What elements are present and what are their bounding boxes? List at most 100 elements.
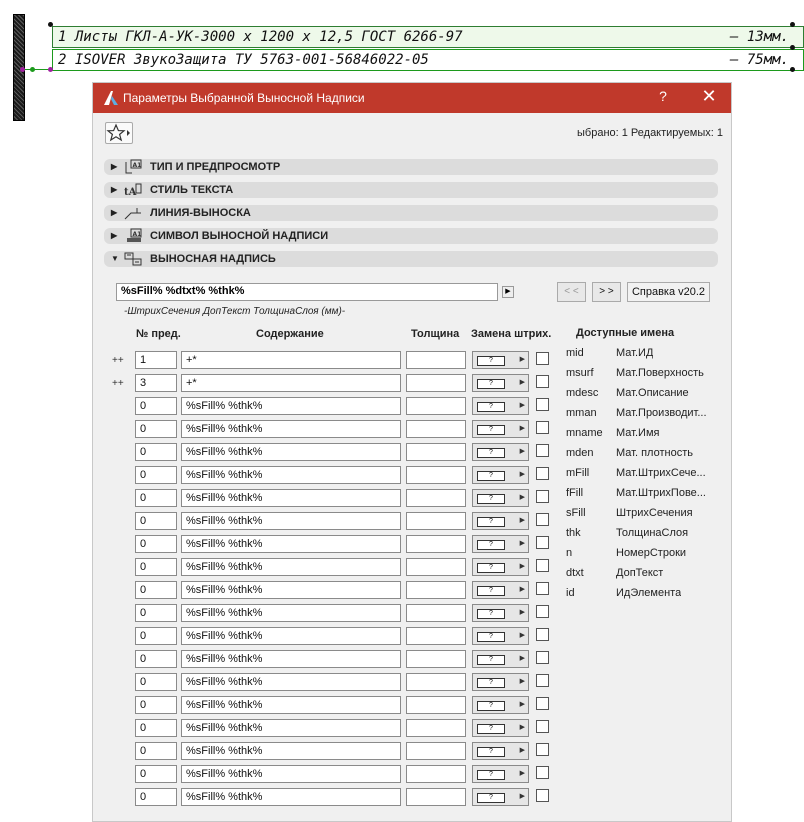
leader-endpoint[interactable] <box>30 67 35 72</box>
available-name-value[interactable]: НомерСтроки <box>616 547 686 559</box>
row-content-input[interactable]: %sFill% %thk% <box>181 466 401 484</box>
row-thickness-input[interactable] <box>406 535 466 553</box>
row-checkbox[interactable] <box>536 536 549 549</box>
row-content-input[interactable]: %sFill% %thk% <box>181 650 401 668</box>
row-checkbox[interactable] <box>536 559 549 572</box>
dialog-titlebar[interactable]: Параметры Выбранной Выносной Надписи ? ✕ <box>93 83 731 113</box>
row-num-input[interactable]: 0 <box>135 397 177 415</box>
row-checkbox[interactable] <box>536 513 549 526</box>
available-name-key[interactable]: mman <box>566 407 597 419</box>
row-checkbox[interactable] <box>536 398 549 411</box>
row-hatch-override-select[interactable]: ? ▶ <box>472 742 529 760</box>
section-5[interactable]: ▼ ВЫНОСНАЯ НАДПИСЬ <box>104 251 718 267</box>
row-num-input[interactable]: 0 <box>135 466 177 484</box>
row-num-input[interactable]: 0 <box>135 673 177 691</box>
section-1[interactable]: ▶ A1 ТИП И ПРЕДПРОСМОТР <box>104 159 718 175</box>
row-hatch-override-select[interactable]: ? ▶ <box>472 581 529 599</box>
row-checkbox[interactable] <box>536 421 549 434</box>
row-content-input[interactable]: +* <box>181 374 401 392</box>
row-hatch-override-select[interactable]: ? ▶ <box>472 466 529 484</box>
selection-handle[interactable] <box>790 22 795 27</box>
anchor-handle[interactable] <box>48 67 53 72</box>
row-hatch-override-select[interactable]: ? ▶ <box>472 535 529 553</box>
row-link-marker[interactable]: ++ <box>112 355 124 366</box>
row-num-input[interactable]: 0 <box>135 765 177 783</box>
row-checkbox[interactable] <box>536 720 549 733</box>
available-name-value[interactable]: Мат.ШтрихПове... <box>616 487 706 499</box>
row-checkbox[interactable] <box>536 352 549 365</box>
row-thickness-input[interactable] <box>406 397 466 415</box>
row-checkbox[interactable] <box>536 490 549 503</box>
row-thickness-input[interactable] <box>406 374 466 392</box>
row-thickness-input[interactable] <box>406 604 466 622</box>
available-name-key[interactable]: n <box>566 547 572 559</box>
available-name-key[interactable]: thk <box>566 527 581 539</box>
row-checkbox[interactable] <box>536 444 549 457</box>
row-hatch-override-select[interactable]: ? ▶ <box>472 558 529 576</box>
row-num-input[interactable]: 3 <box>135 374 177 392</box>
row-checkbox[interactable] <box>536 375 549 388</box>
row-num-input[interactable]: 0 <box>135 535 177 553</box>
help-button[interactable]: ? <box>653 88 673 104</box>
row-content-input[interactable]: %sFill% %thk% <box>181 558 401 576</box>
available-name-value[interactable]: Мат.Описание <box>616 387 689 399</box>
row-num-input[interactable]: 0 <box>135 581 177 599</box>
section-2[interactable]: ▶ tA СТИЛЬ ТЕКСТА <box>104 182 718 198</box>
row-content-input[interactable]: %sFill% %thk% <box>181 719 401 737</box>
available-name-value[interactable]: ТолщинаСлоя <box>616 527 688 539</box>
section-4[interactable]: ▶ A1 СИМВОЛ ВЫНОСНОЙ НАДПИСИ <box>104 228 718 244</box>
row-content-input[interactable]: %sFill% %thk% <box>181 604 401 622</box>
row-content-input[interactable]: %sFill% %thk% <box>181 696 401 714</box>
row-num-input[interactable]: 0 <box>135 627 177 645</box>
close-button[interactable]: ✕ <box>699 86 719 107</box>
row-num-input[interactable]: 0 <box>135 443 177 461</box>
row-thickness-input[interactable] <box>406 581 466 599</box>
row-num-input[interactable]: 0 <box>135 788 177 806</box>
available-name-key[interactable]: mdesc <box>566 387 598 399</box>
row-hatch-override-select[interactable]: ? ▶ <box>472 374 529 392</box>
row-thickness-input[interactable] <box>406 512 466 530</box>
row-hatch-override-select[interactable]: ? ▶ <box>472 673 529 691</box>
row-content-input[interactable]: %sFill% %thk% <box>181 397 401 415</box>
selection-handle[interactable] <box>790 67 795 72</box>
row-checkbox[interactable] <box>536 605 549 618</box>
row-num-input[interactable]: 0 <box>135 512 177 530</box>
row-checkbox[interactable] <box>536 674 549 687</box>
row-checkbox[interactable] <box>536 582 549 595</box>
anchor-handle[interactable] <box>20 67 25 72</box>
row-num-input[interactable]: 0 <box>135 650 177 668</box>
available-name-value[interactable]: ИдЭлемента <box>616 587 681 599</box>
favorites-button[interactable] <box>105 122 133 144</box>
row-thickness-input[interactable] <box>406 420 466 438</box>
available-name-key[interactable]: mid <box>566 347 584 359</box>
row-hatch-override-select[interactable]: ? ▶ <box>472 788 529 806</box>
row-hatch-override-select[interactable]: ? ▶ <box>472 512 529 530</box>
row-num-input[interactable]: 0 <box>135 420 177 438</box>
available-name-key[interactable]: msurf <box>566 367 594 379</box>
row-num-input[interactable]: 0 <box>135 742 177 760</box>
row-hatch-override-select[interactable]: ? ▶ <box>472 650 529 668</box>
row-content-input[interactable]: %sFill% %thk% <box>181 788 401 806</box>
reference-help-button[interactable]: Справка v20.2 <box>627 282 710 302</box>
row-hatch-override-select[interactable]: ? ▶ <box>472 351 529 369</box>
available-name-value[interactable]: Мат.ШтрихСече... <box>616 467 706 479</box>
next-button[interactable]: > > <box>592 282 621 302</box>
row-thickness-input[interactable] <box>406 719 466 737</box>
selection-handle[interactable] <box>48 22 53 27</box>
row-hatch-override-select[interactable]: ? ▶ <box>472 420 529 438</box>
row-checkbox[interactable] <box>536 467 549 480</box>
row-thickness-input[interactable] <box>406 489 466 507</box>
available-name-value[interactable]: ДопТекст <box>616 567 663 579</box>
format-insert-arrow-icon[interactable]: ▶ <box>502 286 514 298</box>
row-content-input[interactable]: %sFill% %thk% <box>181 742 401 760</box>
available-name-value[interactable]: Мат.Поверхность <box>616 367 704 379</box>
selection-handle[interactable] <box>790 45 795 50</box>
row-hatch-override-select[interactable]: ? ▶ <box>472 443 529 461</box>
row-num-input[interactable]: 0 <box>135 719 177 737</box>
row-checkbox[interactable] <box>536 743 549 756</box>
available-name-value[interactable]: Мат. плотность <box>616 447 693 459</box>
available-name-value[interactable]: ШтрихСечения <box>616 507 693 519</box>
row-thickness-input[interactable] <box>406 443 466 461</box>
row-num-input[interactable]: 0 <box>135 489 177 507</box>
available-name-key[interactable]: mden <box>566 447 594 459</box>
